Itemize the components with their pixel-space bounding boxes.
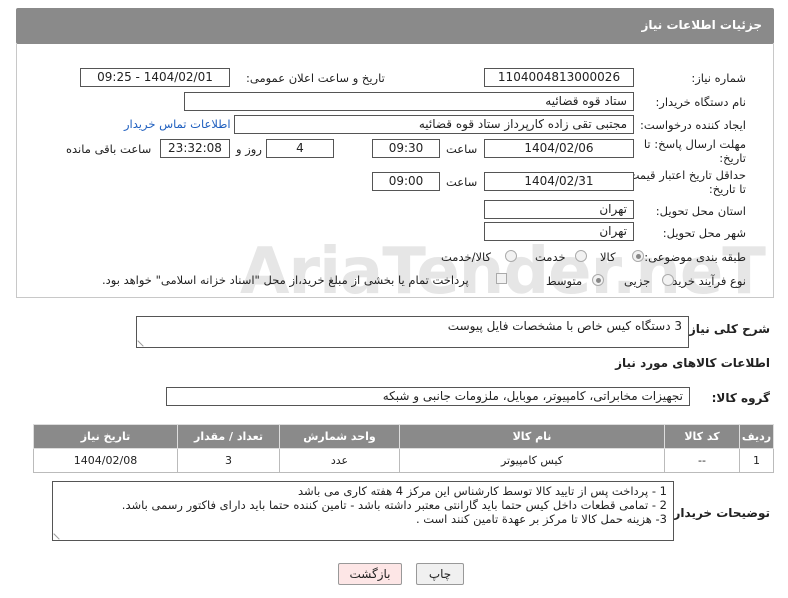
cell-qty: 3: [177, 448, 280, 473]
col-header-qty: تعداد / مقدار: [177, 424, 280, 449]
cell-name: کیس کامپیوتر: [399, 448, 665, 473]
category-option-service: خدمت: [535, 250, 566, 264]
creator-label: ایجاد کننده درخواست:: [640, 118, 746, 132]
goods-group-label: گروه کالا:: [711, 391, 770, 405]
city-field: تهران: [484, 222, 634, 241]
summary-text: 3 دستگاه کیس خاص با مشخصات فایل پیوست: [447, 319, 682, 333]
announce-field: 1404/02/01 - 09:25: [80, 68, 230, 87]
col-header-row: ردیف: [739, 424, 774, 449]
summary-label: شرح کلی نیاز:: [684, 322, 770, 336]
buyer-notes-label: توضیحات خریدار:: [668, 506, 770, 520]
creator-field: مجتبی تقی زاده کارپرداز ستاد قوه قضائیه: [234, 115, 634, 134]
process-label: نوع فرآیند خرید :: [664, 274, 746, 288]
validity-label-date: تا تاریخ:: [708, 182, 746, 196]
process-option-medium: متوسط: [546, 274, 583, 288]
items-table: ردیف کد کالا نام کالا واحد شمارش تعداد /…: [33, 424, 774, 473]
payment-treasury-checkbox[interactable]: [496, 273, 507, 284]
buyer-notes-textarea: 1 - پرداخت پس از تایید کالا توسط کارشناس…: [52, 481, 674, 541]
need-number-field: 1104004813000026: [484, 68, 634, 87]
cell-row: 1: [739, 448, 774, 473]
buyer-note-line: 1 - پرداخت پس از تایید کالا توسط کارشناس…: [298, 484, 667, 498]
buyer-note-line: 3- هزینه حمل کالا تا مرکز بر عهدة تامین …: [415, 512, 667, 526]
col-header-name: نام کالا: [399, 424, 665, 449]
panel-header: جزئیات اطلاعات نیاز: [16, 8, 774, 44]
validity-label: حداقل تاریخ اعتبار قیمت:: [624, 168, 746, 182]
city-label: شهر محل تحویل:: [662, 226, 746, 240]
validity-date-field: 1404/02/31: [484, 172, 634, 191]
cell-code: --: [664, 448, 740, 473]
col-header-code: کد کالا: [664, 424, 740, 449]
resize-handle-icon[interactable]: [53, 528, 65, 540]
province-field: تهران: [484, 200, 634, 219]
category-option-both: کالا/خدمت: [441, 250, 492, 264]
buyer-field: ستاد قوه قضائیه: [184, 92, 634, 111]
buyer-label: نام دستگاه خریدار:: [655, 95, 746, 109]
category-label: طبقه بندی موضوعی:: [644, 250, 746, 264]
remaining-time-field: 23:32:08: [160, 139, 230, 158]
print-button[interactable]: چاپ: [416, 563, 464, 585]
remaining-time-label: ساعت باقی مانده: [66, 142, 152, 156]
province-label: استان محل تحویل:: [655, 204, 746, 218]
process-radio-medium[interactable]: [592, 274, 604, 286]
category-radio-service[interactable]: [575, 250, 587, 262]
back-button[interactable]: بازگشت: [338, 563, 402, 585]
days-field: 4: [266, 139, 334, 158]
cell-date: 1404/02/08: [33, 448, 178, 473]
buyer-note-line: 2 - تمامی قطعات داخل کیس حتما باید گاران…: [121, 498, 667, 512]
deadline-time-field: 09:30: [372, 139, 440, 158]
resize-handle-icon[interactable]: [137, 335, 149, 347]
need-number-label: شماره نیاز:: [691, 71, 746, 85]
process-radio-minor[interactable]: [662, 274, 674, 286]
goods-group-field: تجهیزات مخابراتی، کامپیوتر، موبایل، ملزو…: [166, 387, 690, 406]
process-option-minor: جزیی: [624, 274, 651, 288]
deadline-date-field: 1404/02/06: [484, 139, 634, 158]
validity-time-label: ساعت: [446, 175, 478, 189]
page-title: جزئیات اطلاعات نیاز: [641, 18, 762, 32]
cell-unit: عدد: [279, 448, 400, 473]
validity-time-field: 09:00: [372, 172, 440, 191]
col-header-unit: واحد شمارش: [279, 424, 400, 449]
announce-label: تاریخ و ساعت اعلان عمومی:: [246, 71, 385, 85]
category-radio-goods[interactable]: [632, 250, 644, 262]
watermark: AriaTender.neT: [240, 235, 766, 309]
days-label: روز و: [236, 142, 262, 156]
payment-note: پرداخت تمام یا بخشی از مبلغ خرید،از محل …: [102, 273, 469, 287]
table-row: 1 -- کیس کامپیوتر عدد 3 1404/02/08: [33, 448, 774, 473]
summary-textarea: 3 دستگاه کیس خاص با مشخصات فایل پیوست: [136, 316, 689, 348]
deadline-label-date: تاریخ:: [719, 151, 746, 165]
goods-info-title: اطلاعات کالاهای مورد نیاز: [615, 356, 770, 370]
buyer-contact-link[interactable]: اطلاعات تماس خریدار: [124, 117, 231, 131]
category-option-goods: کالا: [600, 250, 616, 264]
col-header-date: تاریخ نیاز: [33, 424, 178, 449]
deadline-time-label: ساعت: [446, 142, 478, 156]
category-radio-both[interactable]: [505, 250, 517, 262]
table-header-row: ردیف کد کالا نام کالا واحد شمارش تعداد /…: [33, 424, 774, 449]
deadline-label: مهلت ارسال پاسخ: تا: [643, 137, 746, 151]
